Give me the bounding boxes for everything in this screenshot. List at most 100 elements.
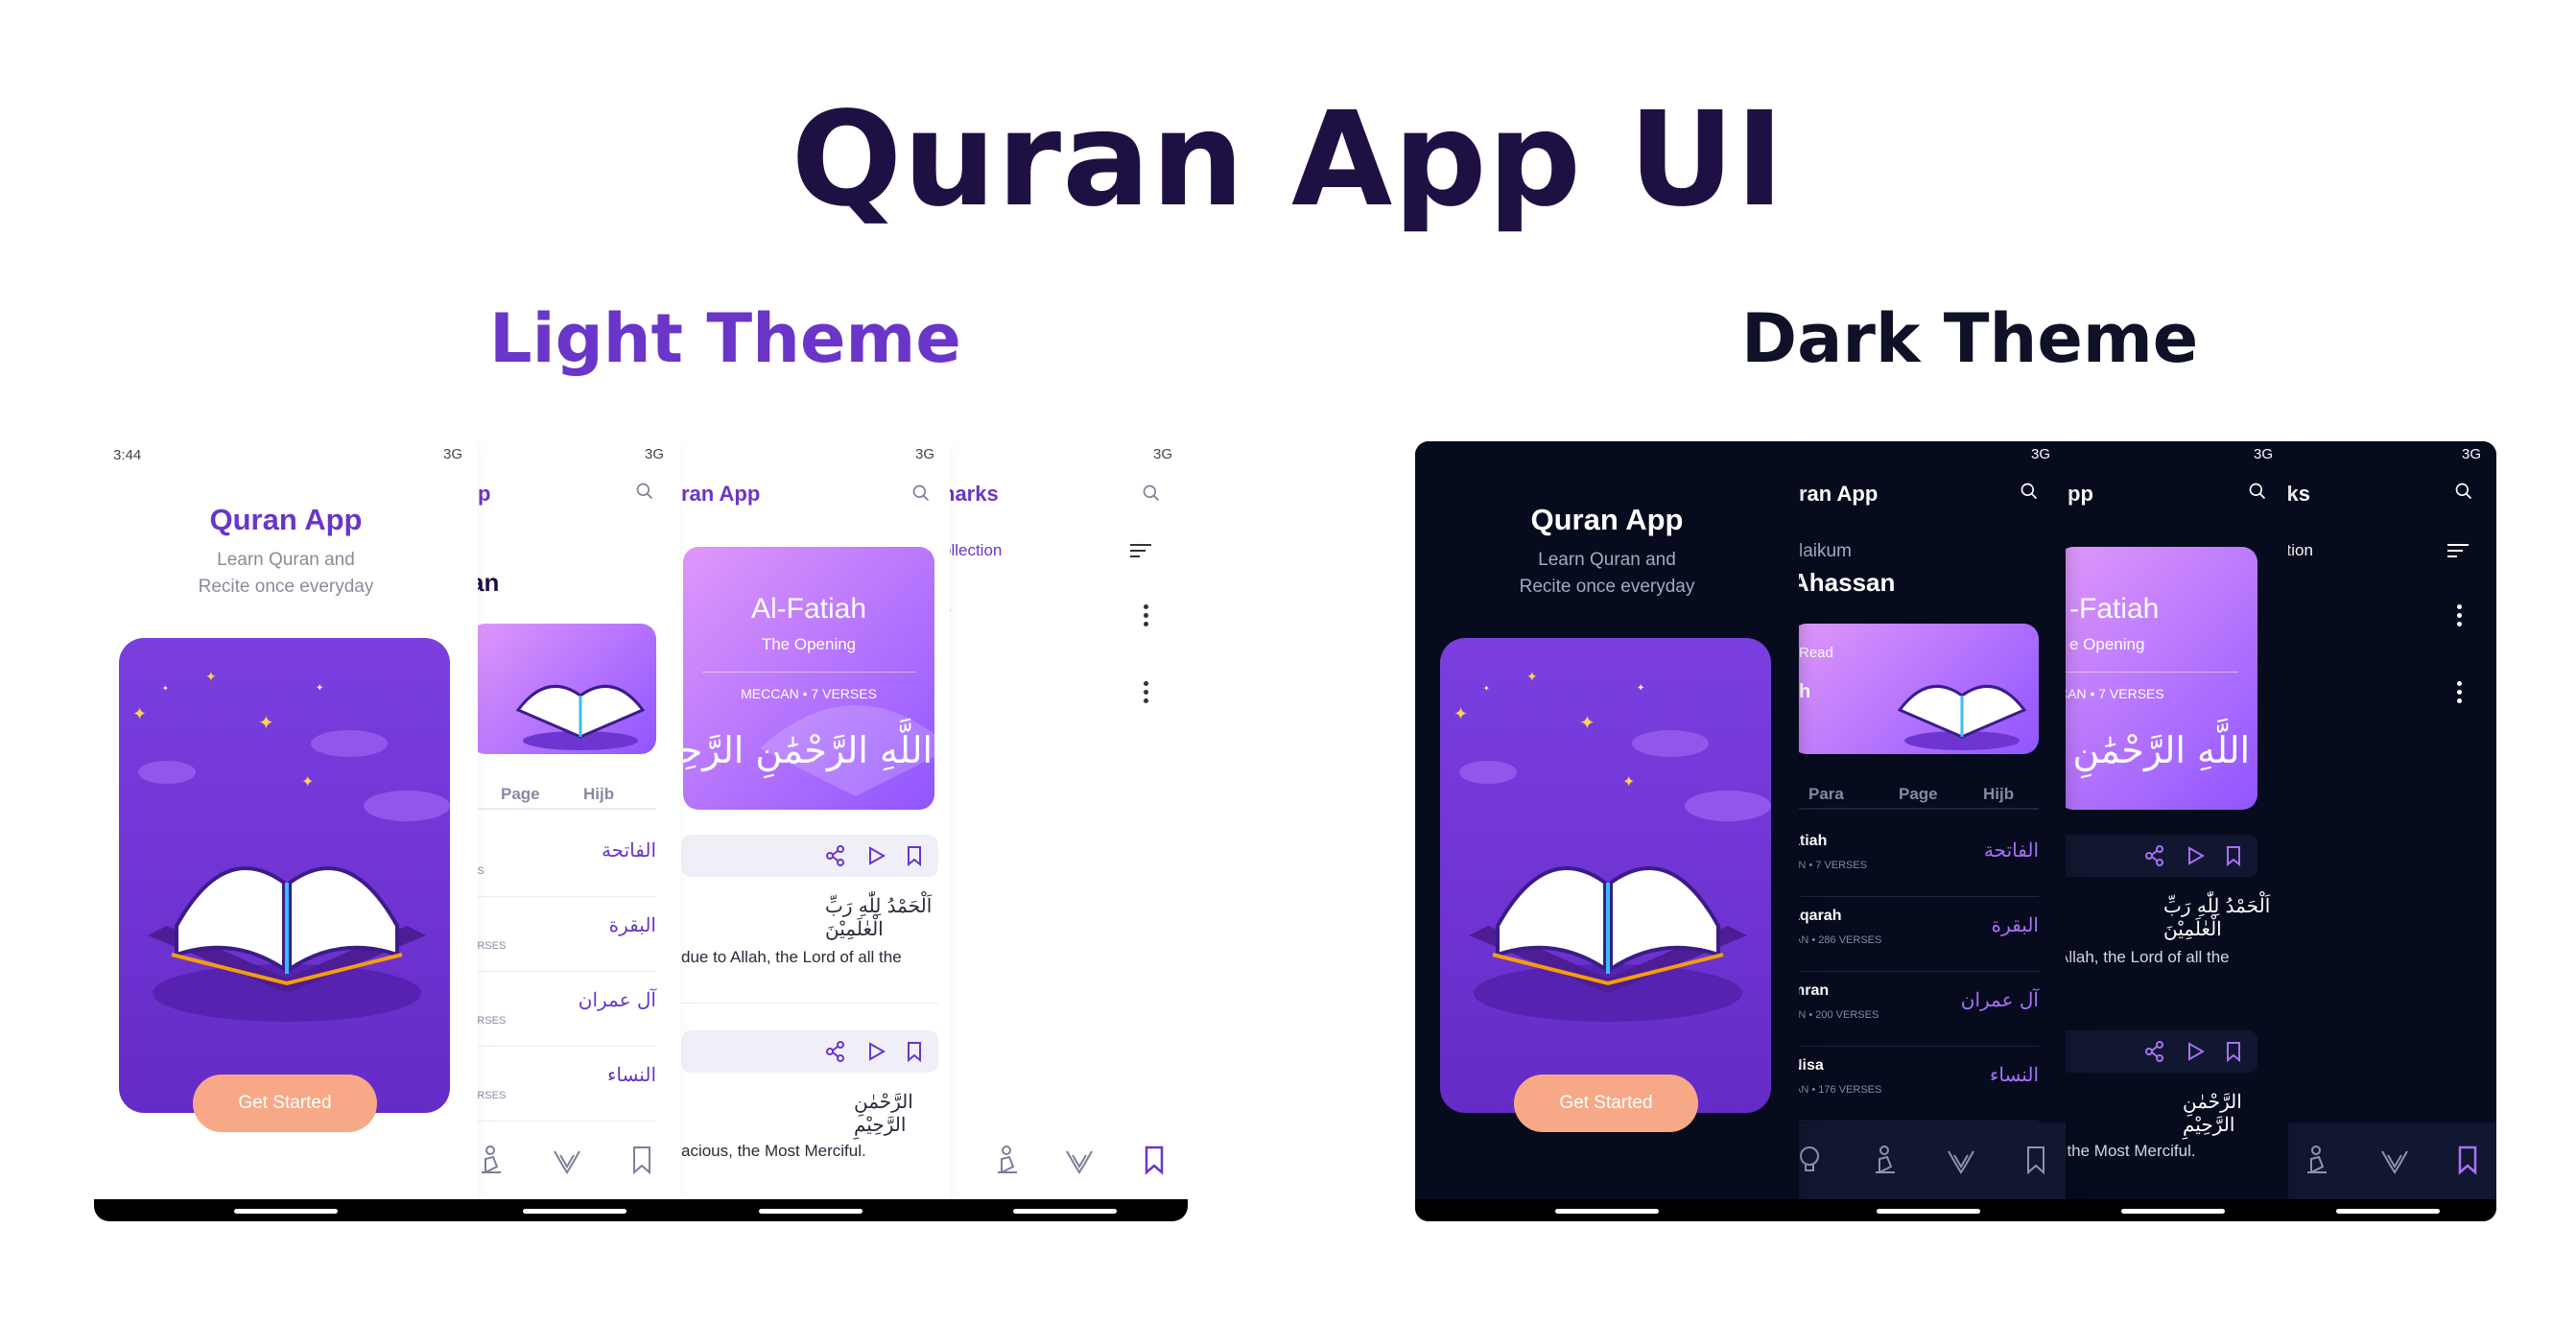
splash-screen: 3:44 3G Quran App Learn Quran and Recite… (94, 441, 478, 1221)
system-nav-bar (1415, 1199, 1799, 1221)
kebab-menu-icon[interactable] (2457, 604, 2463, 629)
system-nav-bar (942, 1199, 1188, 1221)
svg-text:✦: ✦ (162, 684, 169, 693)
dua-icon[interactable] (1945, 1144, 1977, 1176)
play-icon[interactable] (2185, 845, 2206, 866)
bookmark-icon[interactable] (1138, 1144, 1170, 1176)
ayah-toolbar (2058, 835, 2257, 877)
dua-icon[interactable] (551, 1144, 583, 1176)
last-read-card[interactable]: Read h (1791, 624, 2039, 754)
get-started-button[interactable]: Get Started (193, 1075, 377, 1132)
svg-text:✦: ✦ (1526, 669, 1538, 684)
last-read-card[interactable] (470, 624, 656, 754)
svg-text:✦: ✦ (1483, 684, 1490, 693)
surah-arabic-name: النساء (1989, 1063, 2039, 1086)
tab-page[interactable]: Page (501, 785, 540, 804)
surah-row[interactable]: mran AN • 200 VERSES آل عمران (1791, 971, 2039, 1047)
share-icon[interactable] (2144, 1041, 2165, 1062)
prayer-icon[interactable] (474, 1144, 507, 1176)
share-icon[interactable] (2144, 845, 2165, 866)
quran-book-illustration: ✦ ✦ ✦ ✦ ✦ ✦ (1453, 669, 1771, 1022)
network-indicator: 3G (1152, 446, 1172, 462)
play-icon[interactable] (865, 1041, 886, 1062)
light-theme-title: Light Theme (489, 299, 961, 378)
kebab-menu-icon[interactable] (1144, 604, 1149, 629)
tab-para[interactable]: Para (1808, 785, 1844, 804)
share-icon[interactable] (825, 845, 846, 866)
surah-row[interactable]: ERSES البقرة (470, 896, 656, 972)
system-nav-bar (2058, 1199, 2288, 1221)
home-indicator[interactable] (1555, 1209, 1659, 1214)
share-icon[interactable] (825, 1041, 846, 1062)
surah-row[interactable]: Nisa IAN • 176 VERSES النساء (1791, 1046, 2039, 1122)
surah-row[interactable]: aqarah IAN • 286 VERSES البقرة (1791, 896, 2039, 972)
kebab-menu-icon[interactable] (2457, 681, 2463, 706)
search-icon[interactable] (2248, 482, 2267, 501)
tab-hijb[interactable]: Hijb (583, 785, 614, 804)
get-started-button[interactable]: Get Started (1514, 1075, 1698, 1132)
surah-meaning: The Opening (761, 635, 857, 653)
kebab-menu-icon[interactable] (1144, 681, 1149, 706)
dua-icon[interactable] (1063, 1144, 1096, 1176)
home-indicator[interactable] (759, 1209, 863, 1214)
network-indicator: 3G (442, 446, 462, 462)
bookmark-icon[interactable] (2223, 845, 2244, 866)
quran-book-icon (1897, 684, 2027, 750)
tab-hijb[interactable]: Hijb (1983, 785, 2014, 804)
status-time: 3:44 (113, 447, 142, 463)
surah-arabic-name: الفاتحة (1983, 839, 2039, 862)
surah-meta: IAN • 286 VERSES (1791, 934, 1882, 946)
dua-icon[interactable] (2378, 1144, 2411, 1176)
sort-icon[interactable] (2447, 543, 2469, 558)
prayer-icon[interactable] (2300, 1144, 2332, 1176)
surah-row[interactable]: ES الفاتحة (470, 821, 656, 897)
search-icon[interactable] (2454, 482, 2473, 501)
search-icon[interactable] (911, 484, 931, 503)
surah-arabic-name: الفاتحة (601, 839, 656, 862)
home-indicator[interactable] (2121, 1209, 2225, 1214)
bookmark-icon[interactable] (626, 1144, 658, 1176)
search-icon[interactable] (635, 482, 654, 501)
dark-theme-title: Dark Theme (1741, 299, 2199, 378)
splash-screen-dark: Quran App Learn Quran and Recite once ev… (1415, 441, 1799, 1221)
svg-text:✦: ✦ (205, 669, 217, 684)
home-indicator[interactable] (1013, 1209, 1117, 1214)
prayer-icon[interactable] (1868, 1144, 1901, 1176)
tab-page[interactable]: Page (1899, 785, 1938, 804)
prayer-icon[interactable] (990, 1144, 1023, 1176)
surah-row[interactable]: ERSES آل عمران (470, 971, 656, 1047)
home-indicator[interactable] (234, 1209, 338, 1214)
splash-illustration: ✦ ✦ ✦ ✦ ✦ ✦ (119, 638, 450, 1113)
ayah-2-arabic: الرَّحْمٰنِ الرَّحِيْمِ (2183, 1090, 2242, 1136)
home-indicator[interactable] (523, 1209, 626, 1214)
bookmark-icon[interactable] (2451, 1144, 2484, 1176)
surah-meta: AN • 200 VERSES (1791, 1009, 1879, 1021)
quran-watermark (760, 705, 934, 796)
home-indicator[interactable] (1877, 1209, 1980, 1214)
sort-icon[interactable] (1130, 543, 1151, 558)
play-icon[interactable] (2185, 1041, 2206, 1062)
network-indicator: 3G (644, 446, 664, 462)
bismillah: بِسْمِ اللَّهِ الرَّحْمَٰنِ الرَّحِيمِ (683, 729, 934, 771)
bookmark-icon[interactable] (2020, 1144, 2052, 1176)
surah-row[interactable]: ERSES النساء (470, 1046, 656, 1122)
quran-book-illustration: ✦ ✦ ✦ ✦ ✦ ✦ (132, 669, 450, 1022)
network-indicator: 3G (2253, 446, 2273, 462)
surah-banner: Al-Fatiah The Opening MECCAN • 7 VERSES … (683, 547, 934, 810)
system-nav-bar (1791, 1199, 2066, 1221)
surah-row[interactable]: atiah AN • 7 VERSES الفاتحة (1791, 821, 2039, 897)
search-icon[interactable] (2020, 482, 2039, 501)
bookmark-icon[interactable] (2223, 1041, 2244, 1062)
search-icon[interactable] (1142, 484, 1161, 503)
bookmark-icon[interactable] (904, 845, 925, 866)
play-icon[interactable] (865, 845, 886, 866)
app-subtitle-line2: Recite once everyday (1519, 577, 1695, 597)
add-collection-link[interactable]: ollection (942, 541, 1002, 560)
splash-illustration: ✦ ✦ ✦ ✦ ✦ ✦ (1440, 638, 1771, 1113)
surah-arabic-name: آل عمران (578, 988, 656, 1011)
surah-meta: IAN • 176 VERSES (1791, 1084, 1882, 1096)
home-indicator[interactable] (2335, 1209, 2440, 1214)
page-title: Quran App UI (791, 84, 1785, 236)
home-screen-dark: 3G ran App laikum Ahassan Read h Para Pa… (1791, 441, 2066, 1221)
bookmark-icon[interactable] (904, 1041, 925, 1062)
